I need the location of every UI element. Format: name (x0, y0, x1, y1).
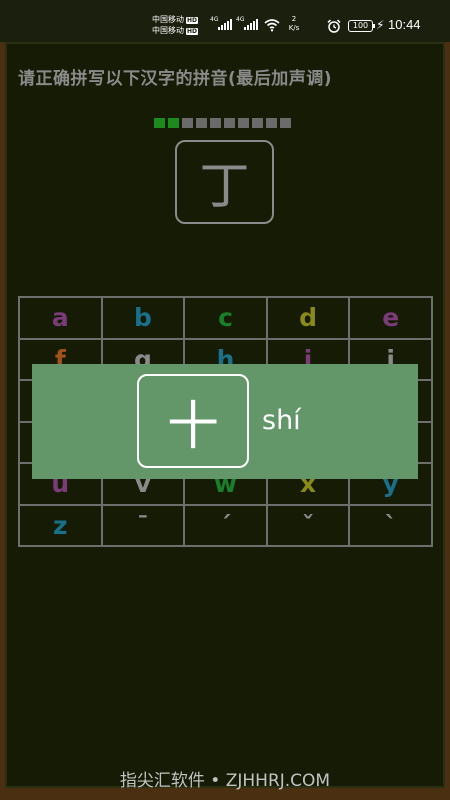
key-29[interactable]: ˋ (348, 503, 433, 547)
network-speed-value: 2 (291, 15, 297, 23)
progress-segment (266, 118, 277, 128)
question-character-box: 丁 (175, 140, 274, 224)
progress-segment (168, 118, 179, 128)
carrier-1-label: 中国移动 (152, 15, 184, 24)
carrier-info: 中国移动 HD 中国移动 HD (152, 14, 199, 36)
signal-1-icon: 4G (210, 16, 232, 32)
answer-pinyin: shí (262, 405, 301, 436)
key-27[interactable]: ˊ (183, 503, 268, 547)
progress-segment (280, 118, 291, 128)
progress-segment (182, 118, 193, 128)
hd-badge-1: HD (186, 17, 199, 24)
progress-segment (238, 118, 249, 128)
answer-popup[interactable]: 十 shí (32, 364, 418, 479)
signal-2-icon: 4G (236, 16, 258, 32)
key-28[interactable]: ˇ (265, 503, 351, 547)
progress-segment (196, 118, 207, 128)
key-4[interactable]: e (348, 296, 433, 340)
answer-character-box: 十 (137, 374, 249, 468)
question-character: 丁 (199, 157, 250, 215)
carrier-2-label: 中国移动 (152, 26, 184, 35)
watermark: 指尖汇软件 • ZJHHRJ.COM (119, 771, 331, 791)
battery-icon: 100 (348, 20, 375, 32)
answer-character: 十 (166, 396, 219, 457)
clock: 10:44 (388, 17, 421, 32)
wifi-icon (264, 19, 280, 32)
hd-badge-2: HD (186, 28, 199, 35)
network-speed-unit: K/s (288, 24, 300, 32)
instruction-text: 请正确拼写以下汉字的拼音(最后加声调) (18, 69, 333, 89)
network-speed: 2 K/s (286, 15, 302, 33)
key-0[interactable]: a (18, 296, 103, 340)
key-2[interactable]: c (183, 296, 268, 340)
key-3[interactable]: d (265, 296, 351, 340)
status-bar: 中国移动 HD 中国移动 HD 4G 4G 2 K/s 100 ⚡ 10:44 (0, 0, 450, 42)
progress-segment (224, 118, 235, 128)
charging-icon: ⚡ (376, 18, 385, 32)
alarm-icon (327, 19, 341, 33)
progress-segment (210, 118, 221, 128)
progress-segment (154, 118, 165, 128)
key-26[interactable]: ˉ (100, 503, 186, 547)
key-25[interactable]: z (18, 503, 103, 547)
key-1[interactable]: b (100, 296, 186, 340)
progress-segment (252, 118, 263, 128)
